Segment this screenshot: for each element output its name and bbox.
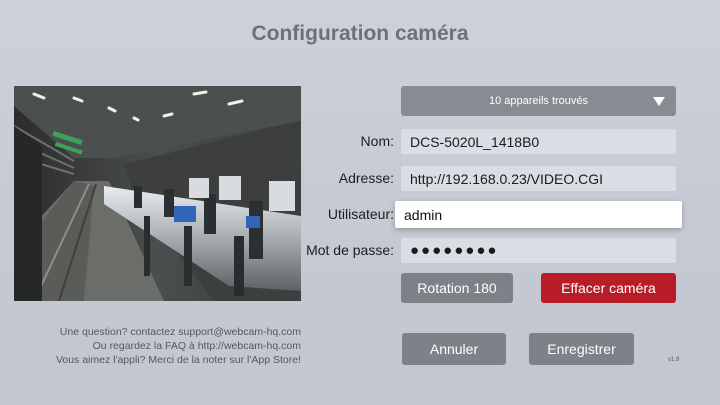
delete-camera-button[interactable]: Effacer caméra xyxy=(541,273,676,303)
password-field[interactable]: ●●●●●●●● xyxy=(401,238,676,263)
rotate-button[interactable]: Rotation 180 xyxy=(401,273,513,303)
page-title: Configuration caméra xyxy=(251,22,469,45)
help-line-support: Une question? contactez support@webcam-h… xyxy=(59,326,301,338)
cancel-button[interactable]: Annuler xyxy=(402,333,506,365)
help-line-rate: Vous aimez l'appli? Merci de la noter su… xyxy=(55,354,301,366)
name-label: Nom: xyxy=(360,133,394,149)
user-field[interactable]: admin xyxy=(395,201,682,228)
save-button[interactable]: Enregistrer xyxy=(529,333,634,365)
caret-down-icon xyxy=(653,97,665,106)
version-label: v1.9 xyxy=(668,357,680,363)
camera-select-dropdown[interactable]: 10 appareils trouvés xyxy=(401,86,676,116)
camera-preview-image xyxy=(14,86,301,301)
address-field[interactable]: http://192.168.0.23/VIDEO.CGI xyxy=(401,166,676,191)
help-text: Une question? contactez support@webcam-h… xyxy=(14,325,301,367)
password-label: Mot de passe: xyxy=(306,242,394,258)
user-label: Utilisateur: xyxy=(327,206,394,222)
address-label: Adresse: xyxy=(338,170,394,186)
help-line-faq: Ou regardez la FAQ à http://webcam-hq.co… xyxy=(92,340,301,352)
camera-select-label: 10 appareils trouvés xyxy=(488,95,589,107)
name-field[interactable]: DCS-5020L_1418B0 xyxy=(401,129,676,154)
